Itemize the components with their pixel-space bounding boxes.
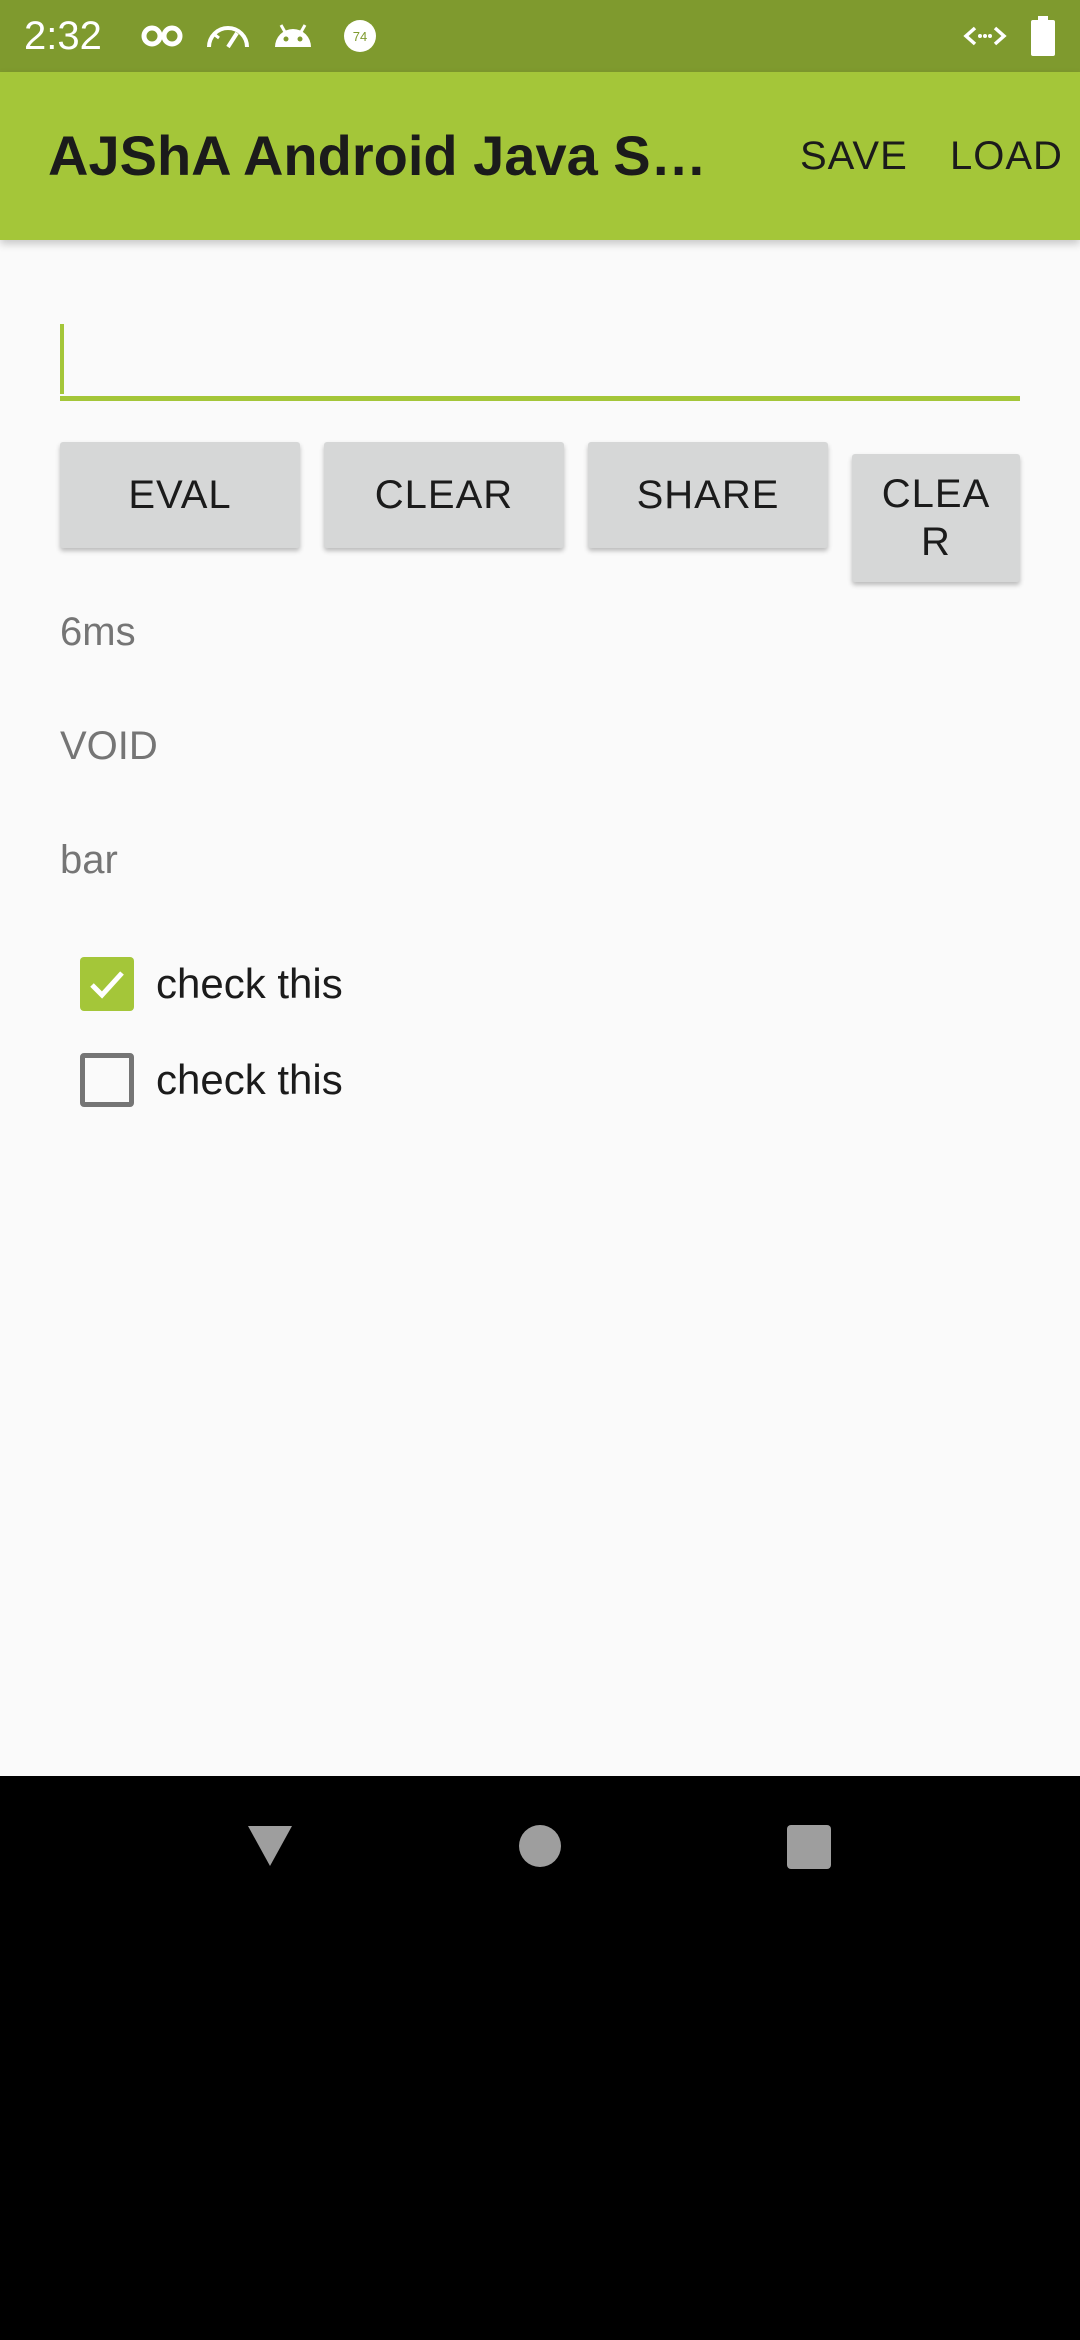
checkbox-unchecked[interactable] [80,1053,134,1107]
clear-secondary-button[interactable]: CLEA R [852,454,1020,582]
home-icon[interactable] [518,1824,562,1873]
result-value-text: bar [60,838,118,882]
checkbox-checked[interactable] [80,957,134,1011]
app-title: AJShA Android Java Sh… [48,124,738,187]
battery-icon [1030,14,1056,58]
notification-74-icon: 74 [340,14,380,58]
check-icon [90,971,124,999]
clear-button[interactable]: CLEAR [324,442,564,548]
checkbox-row-unchecked[interactable]: check this [80,1052,343,1108]
code-input-container [60,318,1024,402]
notification-badge-text: 74 [353,29,367,44]
main-content: EVAL CLEAR SHARE CLEA R 6ms VOID bar che… [0,240,1080,1776]
checkbox-label: check this [156,1056,343,1103]
data-saver-icon [962,14,1008,58]
status-time: 2:32 [24,14,102,58]
app-toolbar: AJShA Android Java Sh… SAVE LOAD [0,72,1080,240]
system-navigation-bar [0,1776,1080,2340]
recents-icon[interactable] [786,1824,832,1875]
code-input-field[interactable] [60,318,1024,400]
load-action-button[interactable]: LOAD [950,132,1063,180]
back-icon[interactable] [246,1824,294,1873]
checkbox-row-checked[interactable]: check this [80,956,343,1012]
incognito-icon [140,14,184,58]
text-cursor [60,324,64,394]
timing-text: 6ms [60,610,136,654]
result-type-text: VOID [60,724,158,768]
share-button[interactable]: SHARE [588,442,828,548]
save-action-button[interactable]: SAVE [800,132,908,180]
checkbox-label: check this [156,960,343,1007]
speedometer-icon [204,14,252,58]
input-underline [60,396,1020,401]
status-bar: 2:32 74 [0,0,1080,72]
eval-button[interactable]: EVAL [60,442,300,548]
android-icon [272,14,314,58]
